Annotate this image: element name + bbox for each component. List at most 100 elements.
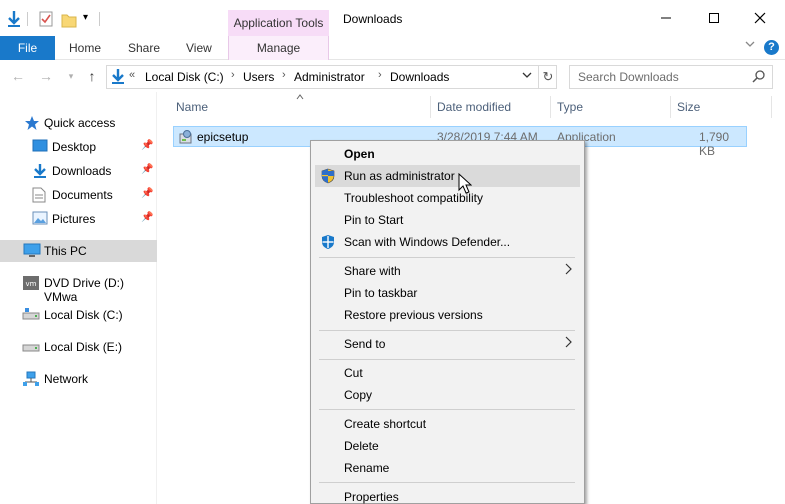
refresh-icon[interactable]: ↻ — [538, 66, 557, 88]
chevron-right-icon — [565, 263, 573, 278]
column-divider[interactable] — [430, 96, 431, 118]
down-arrow-icon[interactable] — [6, 10, 22, 31]
close-icon — [754, 11, 766, 27]
recent-locations-button[interactable]: ▾ — [62, 66, 80, 86]
column-name[interactable]: Name — [176, 100, 208, 114]
tab-file[interactable]: File — [0, 36, 55, 60]
tab-home[interactable]: Home — [69, 36, 101, 60]
breadcrumb-separator: › — [378, 69, 382, 81]
menu-separator — [319, 257, 575, 258]
maximize-button[interactable] — [699, 8, 729, 30]
drive-icon — [22, 339, 40, 356]
pin-icon[interactable]: 📌 — [141, 212, 153, 223]
downloads-icon — [32, 163, 48, 182]
customize-toolbar-icon[interactable]: ▾ — [83, 12, 88, 23]
nav-label: Downloads — [52, 164, 112, 178]
menu-item-run-as-administrator[interactable]: Run as administrator — [315, 165, 580, 187]
search-box[interactable] — [569, 65, 773, 89]
tab-share[interactable]: Share — [128, 36, 160, 60]
search-input[interactable] — [578, 69, 748, 85]
pin-icon[interactable]: 📌 — [141, 188, 153, 199]
column-divider[interactable] — [771, 96, 772, 118]
nav-dvd-drive[interactable]: vm DVD Drive (D:) VMwa — [0, 272, 157, 304]
forward-button[interactable]: → — [37, 66, 55, 86]
menu-item-label: Copy — [344, 388, 373, 402]
arrow-left-icon: ← — [11, 68, 25, 84]
breadcrumb-administrator[interactable]: Administrator — [294, 70, 365, 84]
vmware-drive-icon: vm — [22, 275, 40, 294]
pin-icon[interactable]: 📌 — [141, 140, 153, 151]
menu-item-restore-previous-versions[interactable]: Restore previous versions — [315, 304, 580, 326]
menu-item-rename[interactable]: Rename — [315, 457, 580, 479]
menu-item-open[interactable]: Open — [315, 143, 580, 165]
menu-item-label: Pin to taskbar — [344, 286, 418, 300]
nav-desktop[interactable]: Desktop 📌 — [0, 136, 157, 158]
up-button[interactable]: ↑ — [83, 66, 101, 86]
navigation-bar: ← → ▾ ↑ « Local Disk (C:) › Users › Admi… — [0, 63, 785, 91]
menu-item-label: Delete — [344, 439, 379, 453]
nav-label: DVD Drive (D:) VMwa — [44, 276, 124, 304]
column-type[interactable]: Type — [557, 100, 583, 114]
nav-label: Local Disk (E:) — [44, 340, 123, 354]
tab-manage[interactable]: Manage — [228, 36, 329, 60]
window-title: Downloads — [343, 12, 403, 26]
properties-icon[interactable] — [38, 11, 54, 30]
nav-quick-access[interactable]: Quick access — [0, 112, 157, 134]
back-button[interactable]: ← — [9, 66, 27, 86]
expand-ribbon-icon[interactable] — [744, 38, 756, 53]
search-icon[interactable] — [752, 69, 766, 86]
nav-pictures[interactable]: Pictures 📌 — [0, 208, 157, 230]
navigation-pane: Quick access Desktop 📌 Downloads 📌 Docum… — [0, 92, 157, 504]
help-icon[interactable]: ? — [764, 40, 779, 55]
menu-item-scan-defender[interactable]: Scan with Windows Defender... — [315, 231, 580, 253]
breadcrumb-overflow[interactable]: « — [129, 69, 135, 81]
close-button[interactable] — [745, 8, 775, 30]
menu-item-send-to[interactable]: Send to — [315, 333, 580, 355]
menu-item-copy[interactable]: Copy — [315, 384, 580, 406]
nav-label: Desktop — [52, 140, 97, 154]
menu-item-label: Share with — [344, 264, 401, 278]
breadcrumb-downloads[interactable]: Downloads — [390, 70, 449, 84]
nav-downloads[interactable]: Downloads 📌 — [0, 160, 157, 182]
menu-item-pin-to-taskbar[interactable]: Pin to taskbar — [315, 282, 580, 304]
nav-label: Local Disk (C:) — [44, 308, 123, 322]
column-size[interactable]: Size — [677, 100, 700, 114]
menu-item-create-shortcut[interactable]: Create shortcut — [315, 413, 580, 435]
computer-icon — [23, 243, 41, 261]
menu-item-cut[interactable]: Cut — [315, 362, 580, 384]
address-dropdown-icon[interactable] — [522, 70, 532, 83]
menu-item-label: Rename — [344, 461, 390, 475]
menu-item-troubleshoot[interactable]: Troubleshoot compatibility — [315, 187, 580, 209]
minimize-button[interactable] — [651, 8, 681, 30]
chevron-down-icon: ▾ — [68, 71, 74, 81]
menu-item-properties[interactable]: Properties — [315, 486, 580, 504]
column-date-modified[interactable]: Date modified — [437, 100, 511, 114]
vertical-scrollbar[interactable] — [778, 92, 785, 504]
nav-this-pc[interactable]: This PC — [0, 240, 157, 262]
contextual-tab-group: Application Tools — [228, 10, 329, 36]
svg-text:vm: vm — [26, 280, 37, 288]
menu-item-label: Run as administrator — [344, 169, 455, 183]
column-headers: Name Date modified Type Size — [170, 96, 785, 118]
menu-item-share-with[interactable]: Share with — [315, 260, 580, 282]
tab-view[interactable]: View — [186, 36, 212, 60]
menu-item-label: Open — [344, 147, 375, 161]
new-folder-icon[interactable] — [61, 12, 77, 31]
menu-item-label: Restore previous versions — [344, 308, 483, 322]
breadcrumb-users[interactable]: Users — [243, 70, 274, 84]
address-bar[interactable]: « Local Disk (C:) › Users › Administrato… — [106, 65, 557, 89]
menu-item-pin-to-start[interactable]: Pin to Start — [315, 209, 580, 231]
breadcrumb-local-disk-c[interactable]: Local Disk (C:) — [145, 70, 224, 84]
nav-documents[interactable]: Documents 📌 — [0, 184, 157, 206]
nav-local-disk-c[interactable]: Local Disk (C:) — [0, 304, 157, 326]
nav-local-disk-e[interactable]: Local Disk (E:) — [0, 336, 157, 358]
nav-network[interactable]: Network — [0, 368, 157, 390]
network-icon — [22, 371, 40, 390]
pin-icon[interactable]: 📌 — [141, 164, 153, 175]
menu-item-label: Pin to Start — [344, 213, 404, 227]
column-divider[interactable] — [670, 96, 671, 118]
menu-item-delete[interactable]: Delete — [315, 435, 580, 457]
column-divider[interactable] — [550, 96, 551, 118]
arrow-right-icon: → — [39, 68, 53, 84]
desktop-icon — [32, 139, 48, 156]
